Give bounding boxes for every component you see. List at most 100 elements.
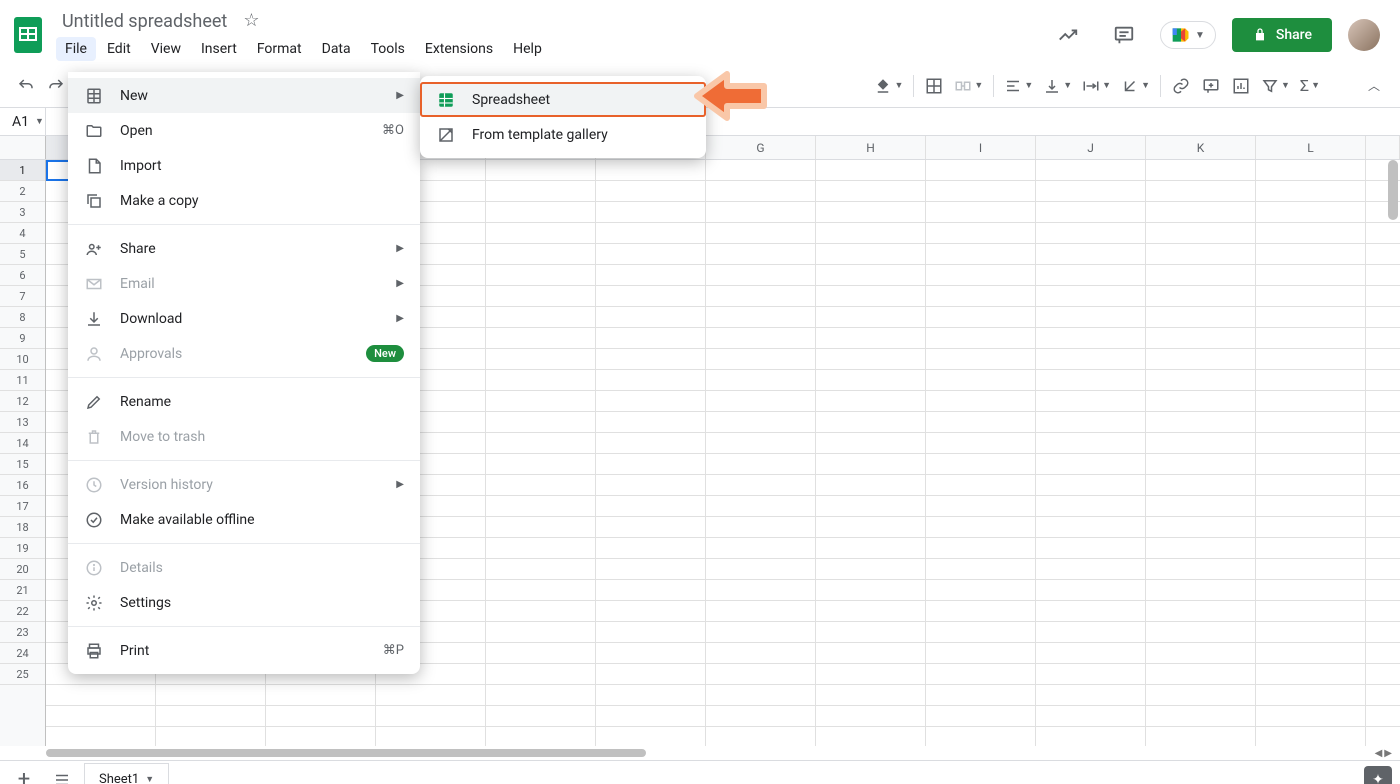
sheets-logo[interactable] — [8, 15, 48, 55]
avatar[interactable] — [1348, 19, 1380, 51]
all-sheets-button[interactable] — [46, 764, 78, 784]
menuitem-email[interactable]: Email ▶ — [68, 266, 420, 301]
row-header[interactable]: 24 — [0, 643, 45, 664]
menuitem-version-history[interactable]: Version history ▶ — [68, 467, 420, 502]
star-icon[interactable]: ☆ — [243, 12, 259, 30]
activity-icon[interactable] — [1048, 15, 1088, 55]
link-button[interactable] — [1167, 72, 1195, 100]
doc-title[interactable]: Untitled spreadsheet — [56, 9, 233, 34]
menuitem-print[interactable]: Print ⌘P — [68, 633, 420, 668]
menuitem-import[interactable]: Import — [68, 148, 420, 183]
col-header[interactable]: I — [926, 136, 1036, 159]
folder-icon — [84, 121, 104, 141]
menuitem-rename[interactable]: Rename — [68, 384, 420, 419]
row-header[interactable]: 10 — [0, 349, 45, 370]
row-header[interactable]: 5 — [0, 244, 45, 265]
v-align-button[interactable]: ▼ — [1039, 72, 1076, 100]
functions-button[interactable]: Σ▼ — [1296, 72, 1324, 100]
row-header[interactable]: 15 — [0, 454, 45, 475]
menu-help[interactable]: Help — [504, 37, 551, 61]
select-all-corner[interactable] — [0, 136, 46, 159]
row-header[interactable]: 4 — [0, 223, 45, 244]
menuitem-make-copy[interactable]: Make a copy — [68, 183, 420, 218]
sheet-tab[interactable]: Sheet1 ▼ — [84, 763, 169, 784]
undo-button[interactable] — [12, 72, 40, 100]
menuitem-trash[interactable]: Move to trash — [68, 419, 420, 454]
share-button[interactable]: Share — [1232, 18, 1332, 52]
submenu-template[interactable]: From template gallery — [420, 117, 706, 152]
name-box[interactable]: A1 ▼ — [0, 108, 46, 135]
chevron-down-icon: ▼ — [35, 116, 44, 127]
menu-view[interactable]: View — [142, 37, 190, 61]
row-header[interactable]: 6 — [0, 265, 45, 286]
col-header[interactable]: G — [706, 136, 816, 159]
menuitem-label: Make available offline — [120, 512, 255, 528]
chevron-down-icon: ▼ — [145, 774, 154, 784]
collapse-toolbar-button[interactable]: ︿ — [1368, 77, 1380, 94]
redo-button[interactable] — [42, 72, 70, 100]
menu-file[interactable]: File — [56, 37, 96, 61]
row-header[interactable]: 17 — [0, 496, 45, 517]
chart-button[interactable] — [1227, 72, 1255, 100]
comments-icon[interactable] — [1104, 15, 1144, 55]
row-header[interactable]: 9 — [0, 328, 45, 349]
submenu-spreadsheet[interactable]: Spreadsheet — [420, 82, 706, 117]
menu-tools[interactable]: Tools — [362, 37, 414, 61]
row-header[interactable]: 19 — [0, 538, 45, 559]
menu-edit[interactable]: Edit — [98, 37, 140, 61]
col-header[interactable]: H — [816, 136, 926, 159]
h-align-button[interactable]: ▼ — [1000, 72, 1037, 100]
sheet-icon — [84, 86, 104, 106]
new-badge: New — [366, 345, 404, 362]
explore-button[interactable]: ✦ — [1364, 766, 1392, 784]
rotate-button[interactable]: ▼ — [1117, 72, 1154, 100]
row-header[interactable]: 16 — [0, 475, 45, 496]
h-scrollbar[interactable] — [46, 749, 646, 757]
menuitem-download[interactable]: Download ▶ — [68, 301, 420, 336]
row-header[interactable]: 25 — [0, 664, 45, 685]
menu-extensions[interactable]: Extensions — [416, 37, 502, 61]
row-headers: 1234567891011121314151617181920212223242… — [0, 160, 46, 746]
col-header[interactable]: K — [1146, 136, 1256, 159]
row-header[interactable]: 18 — [0, 517, 45, 538]
row-header[interactable]: 11 — [0, 370, 45, 391]
row-header[interactable]: 20 — [0, 559, 45, 580]
menu-format[interactable]: Format — [248, 37, 311, 61]
menuitem-share[interactable]: Share ▶ — [68, 231, 420, 266]
scroll-right-icon[interactable]: ▶ — [1384, 748, 1392, 759]
h-scroll-row: ◀ ▶ — [0, 746, 1400, 760]
menuitem-settings[interactable]: Settings — [68, 585, 420, 620]
fill-color-button[interactable]: ▼ — [870, 72, 907, 100]
borders-button[interactable] — [920, 72, 948, 100]
row-header[interactable]: 13 — [0, 412, 45, 433]
row-header[interactable]: 1 — [0, 160, 45, 181]
menu-insert[interactable]: Insert — [192, 37, 246, 61]
scroll-left-icon[interactable]: ◀ — [1375, 748, 1383, 759]
v-scrollbar[interactable] — [1388, 160, 1398, 220]
wrap-button[interactable]: ▼ — [1078, 72, 1115, 100]
menu-data[interactable]: Data — [313, 37, 360, 61]
row-header[interactable]: 2 — [0, 181, 45, 202]
trash-icon — [84, 427, 104, 447]
col-header[interactable] — [1366, 136, 1400, 159]
col-header[interactable]: L — [1256, 136, 1366, 159]
row-header[interactable]: 21 — [0, 580, 45, 601]
menuitem-open[interactable]: Open ⌘O — [68, 113, 420, 148]
menuitem-offline[interactable]: Make available offline — [68, 502, 420, 537]
row-header[interactable]: 14 — [0, 433, 45, 454]
col-header[interactable]: J — [1036, 136, 1146, 159]
add-sheet-button[interactable]: + — [8, 764, 40, 784]
meet-button[interactable]: ▼ — [1160, 21, 1216, 49]
menuitem-details[interactable]: Details — [68, 550, 420, 585]
filter-button[interactable]: ▼ — [1257, 72, 1294, 100]
menuitem-new[interactable]: New ▶ — [68, 78, 420, 113]
row-header[interactable]: 23 — [0, 622, 45, 643]
row-header[interactable]: 12 — [0, 391, 45, 412]
row-header[interactable]: 3 — [0, 202, 45, 223]
merge-button[interactable]: ▼ — [950, 72, 987, 100]
row-header[interactable]: 22 — [0, 601, 45, 622]
row-header[interactable]: 8 — [0, 307, 45, 328]
row-header[interactable]: 7 — [0, 286, 45, 307]
comment-button[interactable] — [1197, 72, 1225, 100]
menuitem-approvals[interactable]: Approvals New — [68, 336, 420, 371]
